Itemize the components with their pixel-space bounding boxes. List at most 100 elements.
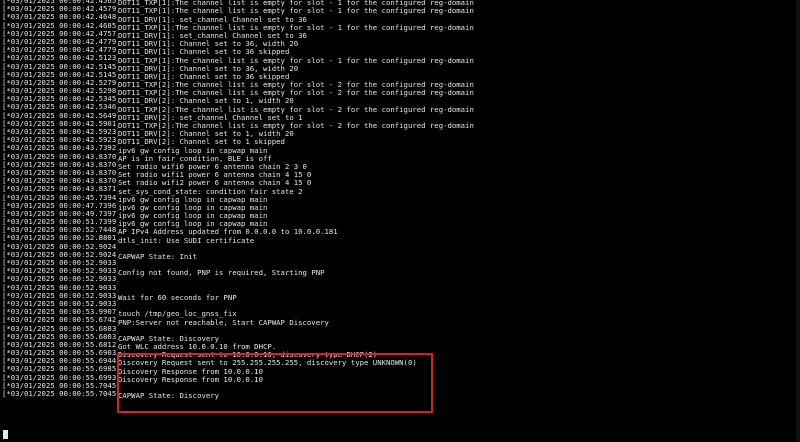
log-line	[2, 415, 474, 423]
log-timestamp: [*03/01/2025 00:00:52.9024]	[2, 242, 118, 251]
log-line: [*03/01/2025 00:00:55.6803]CAPWAP State:…	[2, 332, 474, 343]
log-line: [*03/01/2025 00:00:47.7396]ipv6 gw confi…	[2, 201, 474, 212]
log-timestamp: [*03/01/2025 00:00:43.8370]	[2, 160, 118, 169]
log-message: Config not found, PNP is required, Start…	[118, 268, 325, 278]
log-line: [*03/01/2025 00:00:42.5923]DOT11_DRV[2]:…	[2, 136, 474, 146]
log-timestamp: [*03/01/2025 00:00:43.7392]	[2, 144, 118, 153]
log-timestamp: [*03/01/2025 00:00:52.7448]	[2, 226, 118, 235]
log-line: [*03/01/2025 00:00:42.5298]DOT11_TXP[2]:…	[2, 87, 474, 97]
log-timestamp: [*03/01/2025 00:00:55.6903]	[2, 349, 118, 358]
log-timestamp: [*03/01/2025 00:00:52.8801]	[2, 234, 118, 243]
log-timestamp: [*03/01/2025 00:00:43.8370]	[2, 152, 118, 161]
log-timestamp: [*03/01/2025 00:00:43.8370]	[2, 177, 118, 186]
log-timestamp: [*03/01/2025 00:00:51.7399]	[2, 218, 118, 227]
log-line: [*03/01/2025 00:00:42.4779]DOT11_DRV[1]:…	[2, 37, 474, 48]
log-timestamp: [*03/01/2025 00:00:42.5123]	[2, 54, 118, 63]
log-line: [*03/01/2025 00:00:52.9033]Config not fo…	[2, 267, 474, 278]
log-line: [*03/01/2025 00:00:42.4685]DOT11_TXP[1]:…	[2, 21, 474, 32]
log-timestamp: [*03/01/2025 00:00:55.6803]	[2, 324, 118, 333]
log-timestamp: [*03/01/2025 00:00:42.4685]	[2, 21, 118, 30]
log-timestamp: [*03/01/2025 00:00:42.5298]	[2, 87, 118, 96]
log-line: [*03/01/2025 00:00:42.5279]DOT11_TXP[2]:…	[2, 78, 474, 89]
log-line: [*03/01/2025 00:00:53.9907]touch /tmp/ge…	[2, 308, 474, 318]
log-line: [*03/01/2025 00:00:49.7397]ipv6 gw confi…	[2, 209, 474, 220]
log-timestamp: [*03/01/2025 00:00:42.5901]	[2, 119, 118, 128]
log-message: Wait for 60 seconds for PNP	[118, 292, 237, 302]
log-timestamp: [*03/01/2025 00:00:49.7397]	[2, 209, 118, 218]
log-line: [*03/01/2025 00:00:42.5901]DOT11_TXP[2]:…	[2, 119, 474, 130]
log-line: [*03/01/2025 00:00:52.9033]	[2, 300, 474, 308]
log-line: [*03/01/2025 00:00:43.8370]AP is in fair…	[2, 152, 474, 163]
log-timestamp: [*03/01/2025 00:00:52.9033]	[2, 259, 118, 267]
log-timestamp: [*03/01/2025 00:00:55.6812]	[2, 340, 118, 349]
log-message: CAPWAP State: Init	[118, 252, 198, 262]
log-line: [*03/01/2025 00:00:43.7392]ipv6 gw confi…	[2, 144, 474, 154]
log-timestamp: [*03/01/2025 00:00:52.9033]	[2, 283, 118, 292]
log-line: [*03/01/2025 00:00:52.9033]	[2, 284, 474, 292]
log-line: [*03/01/2025 00:00:52.9024]CAPWAP State:…	[2, 250, 474, 262]
log-timestamp: [*03/01/2025 00:00:43.8370]	[2, 168, 118, 177]
log-line: [*03/01/2025 00:00:55.6742]PNP:Server no…	[2, 316, 474, 327]
log-line: [*03/01/2025 00:00:55.6903]Discovery Req…	[2, 349, 474, 359]
log-timestamp: [*03/01/2025 00:00:42.5345]	[2, 95, 118, 104]
log-timestamp: [*03/01/2025 00:00:52.9024]	[2, 250, 118, 259]
log-line: [*03/01/2025 00:00:43.8370]Set radio wif…	[2, 160, 474, 171]
log-line: [*03/01/2025 00:00:42.4579]DOT11_TXP[1]:…	[2, 5, 474, 15]
log-timestamp: [*03/01/2025 00:00:47.7396]	[2, 201, 118, 210]
log-line: [*03/01/2025 00:00:42.5123]DOT11_TXP[1]:…	[2, 54, 474, 64]
terminal-output: [*03/01/2025 00:00:42.4565]DOT11_TXP[1]:…	[2, 0, 474, 439]
log-timestamp: [*03/01/2025 00:00:42.4779]	[2, 37, 118, 46]
log-timestamp: [*03/01/2025 00:00:55.7045]	[2, 390, 118, 398]
log-timestamp: [*03/01/2025 00:00:45.7394]	[2, 193, 118, 202]
log-timestamp: [*03/01/2025 00:00:42.5923]	[2, 136, 118, 145]
log-line	[2, 398, 474, 406]
log-timestamp: [*03/01/2025 00:00:55.6742]	[2, 316, 118, 325]
log-line: [*03/01/2025 00:00:52.9033]	[2, 259, 474, 267]
log-message: Discovery Response from 10.0.0.10	[118, 374, 263, 384]
log-timestamp: [*03/01/2025 00:00:42.5923]	[2, 128, 118, 136]
log-line: [*03/01/2025 00:00:45.7394]ipv6 gw confi…	[2, 193, 474, 204]
log-line: [*03/01/2025 00:00:42.5145]DOT11_DRV[1]:…	[2, 70, 474, 81]
log-timestamp: [*03/01/2025 00:00:42.5279]	[2, 78, 118, 87]
log-timestamp: [*03/01/2025 00:00:52.9033]	[2, 275, 118, 284]
log-message: dtls_init: Use SUDI certificate	[118, 235, 255, 245]
log-timestamp: [*03/01/2025 00:00:55.6944]	[2, 357, 118, 366]
log-timestamp: [*03/01/2025 00:00:52.9033]	[2, 291, 118, 300]
log-message: CAPWAP State: Discovery	[118, 391, 220, 401]
log-line: [*03/01/2025 00:00:55.7045]CAPWAP State:…	[2, 390, 474, 401]
log-timestamp: [*03/01/2025 00:00:55.6803]	[2, 332, 118, 341]
cursor	[3, 430, 8, 439]
log-line: [*03/01/2025 00:00:42.5346]DOT11_TXP[2]:…	[2, 103, 474, 113]
log-timestamp: [*03/01/2025 00:00:42.5145]	[2, 62, 118, 71]
log-line: [*03/01/2025 00:00:43.8370]Set radio wif…	[2, 177, 474, 187]
log-timestamp: [*03/01/2025 00:00:43.8371]	[2, 185, 118, 194]
log-timestamp: [*03/01/2025 00:00:52.9033]	[2, 299, 118, 308]
log-line: [*03/01/2025 00:00:52.7448]AP IPv4 Addre…	[2, 226, 474, 236]
log-timestamp: [*03/01/2025 00:00:42.4648]	[2, 13, 118, 22]
log-timestamp: [*03/01/2025 00:00:42.5346]	[2, 103, 118, 112]
log-line: [*03/01/2025 00:00:52.8801]dtls_init: Us…	[2, 234, 474, 245]
log-line: [*03/01/2025 00:00:55.6944]Discovery Req…	[2, 357, 474, 367]
log-timestamp: [*03/01/2025 00:00:42.4579]	[2, 5, 118, 14]
log-line	[2, 431, 474, 439]
log-timestamp: [*03/01/2025 00:00:53.9907]	[2, 308, 118, 317]
log-timestamp: [*03/01/2025 00:00:42.4779]	[2, 46, 118, 55]
log-line: [*03/01/2025 00:00:43.8370]Set radio wif…	[2, 168, 474, 179]
log-line: [*03/01/2025 00:00:55.6812]Got WLC addre…	[2, 340, 474, 351]
log-timestamp: [*03/01/2025 00:00:55.7045]	[2, 381, 118, 390]
log-line: [*03/01/2025 00:00:52.9033]Wait for 60 s…	[2, 291, 474, 302]
log-line	[2, 423, 474, 431]
log-timestamp: [*03/01/2025 00:00:42.4757]	[2, 29, 118, 38]
log-timestamp: [*03/01/2025 00:00:52.9033]	[2, 267, 118, 276]
log-timestamp: [*03/01/2025 00:00:55.6993]	[2, 373, 118, 382]
log-timestamp: [*03/01/2025 00:00:55.6985]	[2, 365, 118, 374]
log-timestamp: [*03/01/2025 00:00:42.5145]	[2, 70, 118, 79]
log-line: [*03/01/2025 00:00:55.6993]Discovery Res…	[2, 373, 474, 384]
log-message: PNP:Server not reachable, Start CAPWAP D…	[118, 317, 329, 327]
log-line: [*03/01/2025 00:00:42.4779]DOT11_DRV[1]:…	[2, 46, 474, 56]
scrollbar[interactable]	[796, 0, 800, 442]
terminal-window[interactable]: [*03/01/2025 00:00:42.4565]DOT11_TXP[1]:…	[0, 0, 800, 442]
log-line: [*03/01/2025 00:00:51.7399]ipv6 gw confi…	[2, 218, 474, 228]
log-line	[2, 406, 474, 414]
log-timestamp: [*03/01/2025 00:00:42.5649]	[2, 111, 118, 120]
